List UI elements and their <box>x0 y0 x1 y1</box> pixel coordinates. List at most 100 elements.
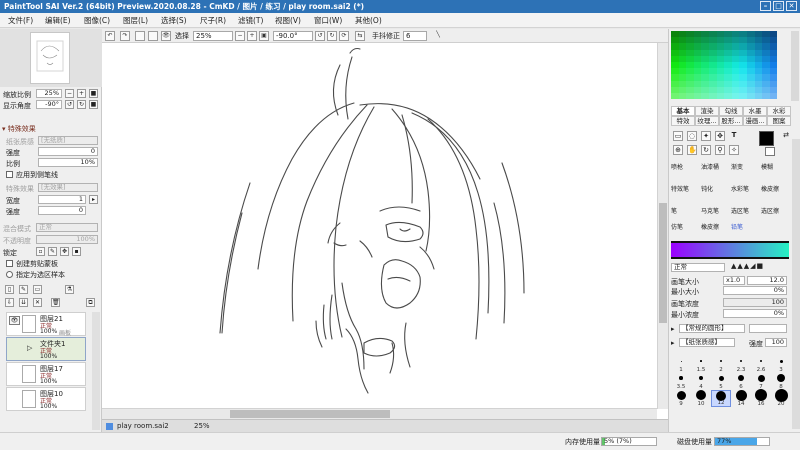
brush-size-multiplier[interactable]: x1.0 <box>723 276 745 285</box>
brush-size-field[interactable]: 12.0 <box>747 276 787 285</box>
tab-manga[interactable]: 漫画... <box>743 116 767 126</box>
lock-all-icon[interactable]: ▪ <box>72 247 81 256</box>
size-preset[interactable]: 12 <box>711 390 731 407</box>
clear-layer-icon[interactable]: ✕ <box>33 298 42 307</box>
color-swatch[interactable] <box>678 92 687 100</box>
size-preset[interactable]: 10 <box>691 390 711 407</box>
minimize-button[interactable]: – <box>760 1 771 11</box>
trash-icon[interactable]: 🗑 <box>51 298 60 307</box>
line-tool-icon[interactable]: ╲ <box>433 31 443 41</box>
rotate-cw-button[interactable]: ↻ <box>327 31 337 41</box>
color-swatch[interactable] <box>769 92 778 100</box>
eye-icon[interactable]: 👁 <box>9 316 20 325</box>
new-layer-icon[interactable]: ▯ <box>5 285 14 294</box>
horizontal-scroll-thumb[interactable] <box>230 410 390 418</box>
layer-menu-icon[interactable]: ⧉ <box>86 298 95 307</box>
rotate-reset-button[interactable]: ⟳ <box>339 31 349 41</box>
deselect-icon[interactable] <box>135 31 145 41</box>
tab-ink[interactable]: 水墨 <box>743 106 767 116</box>
tab-watercolor[interactable]: 水彩 <box>767 106 791 116</box>
brush-blend-select[interactable]: 正常 <box>671 263 725 272</box>
paper-texture-select[interactable]: [无纸质] <box>38 136 98 145</box>
hand-icon[interactable]: ✋ <box>687 145 697 155</box>
blend-mode-select[interactable]: 正常 <box>36 223 98 232</box>
copy-layer-icon[interactable]: ⇩ <box>5 298 14 307</box>
color-swatch[interactable] <box>693 92 702 100</box>
menu-filter[interactable]: 滤镜(T) <box>238 15 263 26</box>
rotation-field[interactable]: -90.0° <box>273 31 313 41</box>
size-preset[interactable]: 6 <box>731 373 751 390</box>
texture-expand-icon[interactable]: ▸ <box>671 339 675 347</box>
text-icon[interactable]: T <box>729 131 739 141</box>
swap-colors-icon[interactable]: ⇄ <box>781 131 791 141</box>
flip-horizontal-icon[interactable]: ⇆ <box>355 31 365 41</box>
brush-select-eraser[interactable]: 选区擦 <box>761 209 791 222</box>
layer-item[interactable]: 图层10 正常 100% <box>6 387 86 411</box>
lasso-icon[interactable]: ◌ <box>687 131 697 141</box>
lock-move-icon[interactable]: ✥ <box>60 247 69 256</box>
color-swatch[interactable] <box>762 92 770 100</box>
layer-scrollbar[interactable] <box>92 312 100 430</box>
color-swatch[interactable] <box>686 92 694 100</box>
zoom-in-icon[interactable]: + <box>77 89 86 98</box>
brush-shape-value[interactable] <box>749 324 787 333</box>
menu-select[interactable]: 选择(S) <box>161 15 187 26</box>
brush-pen[interactable]: 笔 <box>671 209 701 222</box>
menu-view[interactable]: 视图(V) <box>275 15 301 26</box>
apply-to-side-checkbox[interactable] <box>6 171 13 178</box>
canvas-tab[interactable]: play room.sai2 25% <box>102 419 668 432</box>
brush-bucket[interactable]: 油漆桶 <box>701 165 731 178</box>
effects-header[interactable]: ▾ 特殊效果 <box>0 124 102 134</box>
layer-item[interactable]: 👁 图层21 正常 100% 画板 <box>6 312 86 337</box>
folder-expand-icon[interactable]: ▷ <box>27 344 32 352</box>
size-preset[interactable]: 8 <box>771 373 791 390</box>
size-preset[interactable]: 4 <box>691 373 711 390</box>
menu-edit[interactable]: 编辑(E) <box>45 15 71 26</box>
color-swatch[interactable] <box>708 92 717 100</box>
vertical-scrollbar[interactable] <box>657 43 668 409</box>
lock-transparency-icon[interactable]: ▫ <box>36 247 45 256</box>
tab-lineart[interactable]: 勾线 <box>719 106 743 116</box>
magic-wand-icon[interactable]: ✦ <box>701 131 711 141</box>
show-selection-icon[interactable]: 👁 <box>161 31 171 41</box>
zoom-in-button[interactable]: + <box>247 31 257 41</box>
stabilizer-select[interactable]: 6 <box>403 31 427 41</box>
size-preset[interactable]: 5 <box>711 373 731 390</box>
brush-blunt[interactable]: 钝化 <box>701 187 731 200</box>
angle-value[interactable]: -90° <box>36 100 62 109</box>
zoom-fit-button[interactable]: ▣ <box>259 31 269 41</box>
color-swatch[interactable] <box>701 92 709 100</box>
color-scrollbar[interactable] <box>791 31 799 101</box>
horizontal-scrollbar[interactable] <box>102 408 657 419</box>
secondary-color-swatch[interactable] <box>765 147 775 156</box>
min-size-field[interactable]: 0% <box>723 286 787 295</box>
rotate-right-icon[interactable]: ↻ <box>77 100 86 109</box>
brush-effect-pen[interactable]: 特效笔 <box>671 187 701 200</box>
color-swatch[interactable] <box>731 92 740 100</box>
brush-tip-shape-icon[interactable]: ▲▲▲◢■ <box>731 262 764 270</box>
rotate-reset-icon[interactable]: ■ <box>89 100 98 109</box>
min-density-field[interactable]: 0% <box>723 309 787 318</box>
canvas[interactable] <box>102 43 668 419</box>
brush-texture-select[interactable]: 【纸张质感】 <box>679 338 735 347</box>
size-preset[interactable]: 20 <box>771 388 791 407</box>
zoom-reset-icon[interactable]: ■ <box>89 89 98 98</box>
maximize-button[interactable]: □ <box>773 1 784 11</box>
selection-sample-radio[interactable] <box>6 271 13 278</box>
size-preset[interactable]: 14 <box>731 389 751 407</box>
new-folder-icon[interactable]: ▭ <box>33 285 42 294</box>
brush-airbrush[interactable]: 喷枪 <box>671 165 701 178</box>
size-preset[interactable]: 1.5 <box>691 356 711 373</box>
lock-brush-icon[interactable]: ✎ <box>48 247 57 256</box>
wand-icon[interactable]: ✧ <box>729 145 739 155</box>
size-preset[interactable]: 3.5 <box>671 373 691 390</box>
texture-strength-field[interactable]: 100 <box>765 338 787 347</box>
brush-shape-select[interactable]: 【常规的圆形】 <box>679 324 745 333</box>
size-preset[interactable]: 9 <box>671 390 691 407</box>
color-swatch[interactable] <box>739 92 747 100</box>
primary-color-swatch[interactable] <box>759 131 774 146</box>
undo-icon[interactable]: ↶ <box>105 31 115 41</box>
menu-window[interactable]: 窗口(W) <box>314 15 342 26</box>
navigator-thumbnail[interactable] <box>30 32 70 84</box>
close-button[interactable]: ✕ <box>786 1 797 11</box>
